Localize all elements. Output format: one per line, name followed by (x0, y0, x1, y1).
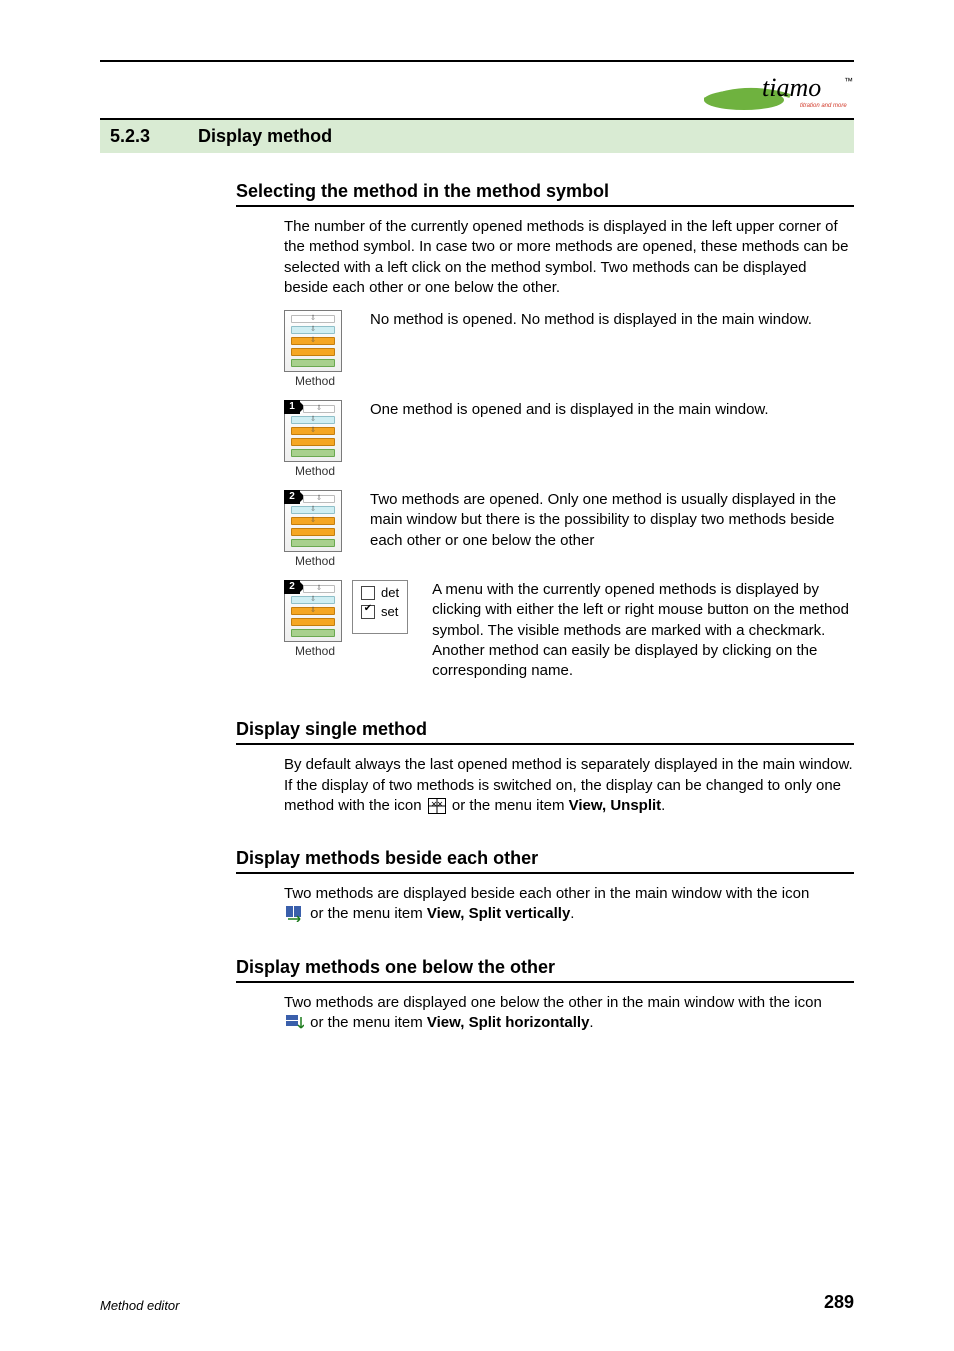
menu-option-set[interactable]: set (361, 604, 399, 619)
split-horizontal-icon (286, 1015, 304, 1031)
menu-path: View, Split vertically (427, 905, 570, 922)
single-method-paragraph: By default always the last opened method… (284, 755, 854, 816)
split-vertical-icon (286, 906, 304, 922)
method-caption: Method (284, 554, 346, 568)
method-icon-one: 1 ⇩ ⇩ ⇩ Method (284, 400, 346, 478)
menu-option-label: set (381, 604, 398, 619)
method-caption: Method (284, 374, 346, 388)
section-title: Display method (198, 126, 332, 147)
method-caption: Method (284, 644, 346, 658)
menu-option-label: det (381, 585, 399, 600)
row1-text: One method is opened and is displayed in… (370, 400, 854, 420)
row3-text: A menu with the currently opened methods… (432, 580, 854, 681)
menu-path: View, Split horizontally (427, 1014, 590, 1031)
svg-text:titration and more: titration and more (800, 103, 847, 109)
subheading-below: Display methods one below the other (236, 957, 854, 983)
svg-text:tiamo: tiamo (762, 73, 821, 102)
menu-option-det[interactable]: det (361, 585, 399, 600)
method-icon-none: ⇩ ⇩ ⇩ Method (284, 310, 346, 388)
intro-paragraph: The number of the currently opened metho… (284, 217, 854, 298)
checkbox-checked-icon (361, 605, 375, 619)
method-icon-two: 2 ⇩ ⇩ ⇩ Method (284, 490, 346, 568)
svg-text:™: ™ (844, 76, 853, 86)
checkbox-icon (361, 586, 375, 600)
subheading-selecting: Selecting the method in the method symbo… (236, 181, 854, 207)
subheading-beside: Display methods beside each other (236, 848, 854, 874)
section-number: 5.2.3 (110, 126, 150, 147)
footer-left: Method editor (100, 1298, 180, 1313)
below-paragraph: Two methods are displayed one below the … (284, 993, 854, 1034)
beside-paragraph: Two methods are displayed beside each ot… (284, 884, 854, 925)
unsplit-icon (428, 798, 446, 814)
tiamo-logo: tiamo ™ titration and more (704, 72, 854, 110)
page-number: 289 (824, 1292, 854, 1313)
menu-path: View, Unsplit (569, 797, 662, 814)
row2-text: Two methods are opened. Only one method … (370, 490, 854, 551)
section-heading: 5.2.3 Display method (100, 118, 854, 153)
subheading-single: Display single method (236, 719, 854, 745)
method-icon-two-menu[interactable]: 2 ⇩ ⇩ ⇩ Method (284, 580, 346, 658)
method-caption: Method (284, 464, 346, 478)
row0-text: No method is opened. No method is displa… (370, 310, 854, 330)
method-context-menu: det set (352, 580, 408, 634)
